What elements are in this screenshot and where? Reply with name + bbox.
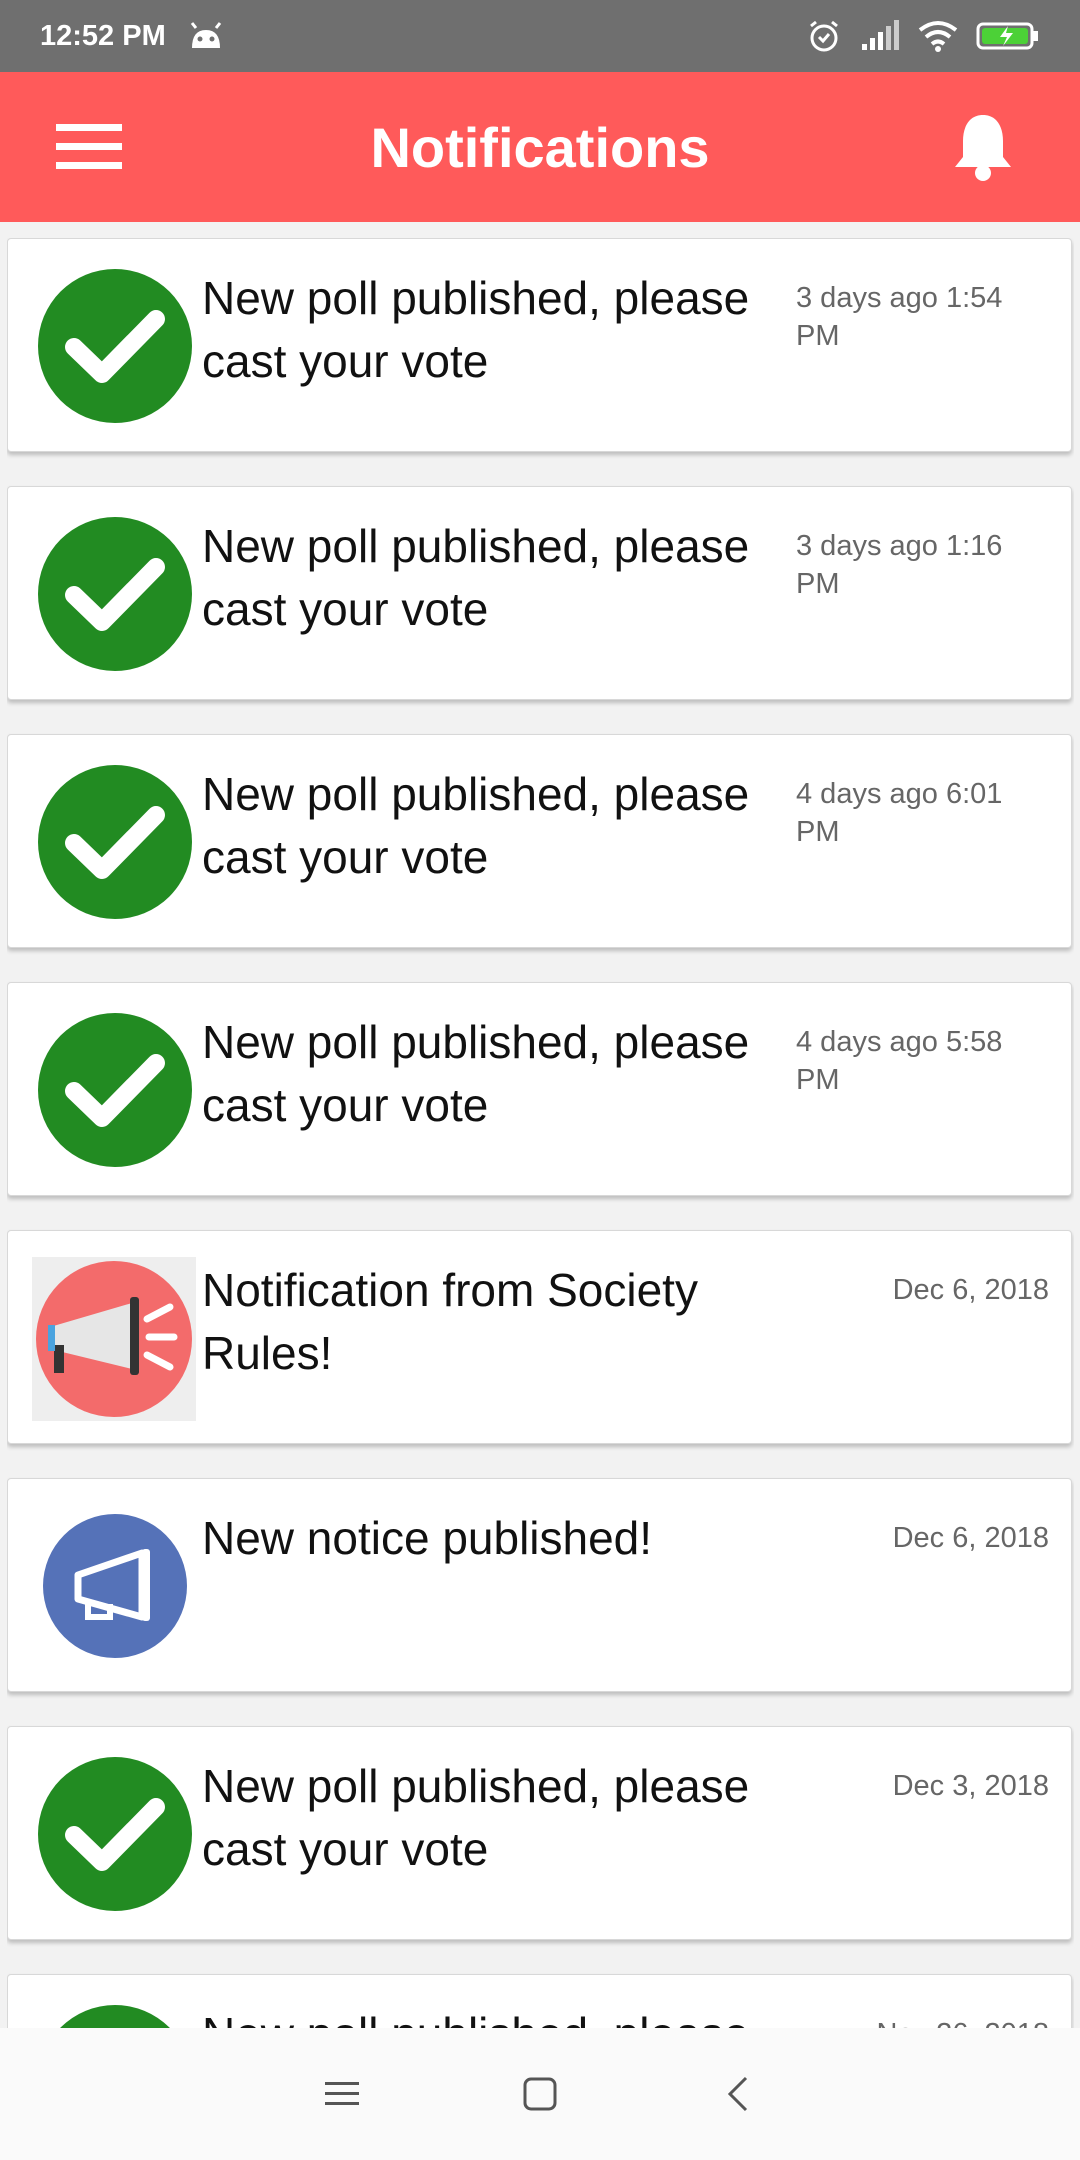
notification-message: New poll published, please cast your vot… <box>202 1016 750 1131</box>
notification-message: New poll published, please cast your vot… <box>202 520 750 635</box>
wifi-icon <box>918 20 958 52</box>
notification-message: New poll published, please cast your vot… <box>202 1760 750 1875</box>
notification-time: Dec 6, 2018 <box>892 1522 1049 1554</box>
notification-time: Dec 3, 2018 <box>892 1770 1049 1802</box>
check-icon <box>38 517 192 671</box>
system-nav-bar <box>0 2028 1080 2160</box>
check-icon <box>38 2005 192 2028</box>
alarm-icon <box>806 18 842 54</box>
notification-time: 3 days ago 1:54 PM <box>796 282 1003 352</box>
notification-card[interactable]: New notice published! Dec 6, 2018 <box>7 1478 1072 1692</box>
bell-icon[interactable] <box>952 111 1014 183</box>
battery-charging-icon <box>976 21 1040 51</box>
megaphone-icon <box>32 1257 196 1421</box>
notification-message: Notification from Society Rules! <box>202 1264 698 1379</box>
notification-card[interactable]: New poll published, please cast your vot… <box>7 982 1072 1196</box>
home-icon[interactable] <box>510 2064 570 2124</box>
app-bar: Notifications <box>0 72 1080 222</box>
notification-message: New poll published, please cast your vot… <box>202 272 750 387</box>
notification-card[interactable]: New poll published, please Nov 26, 2018 <box>7 1974 1072 2028</box>
notification-message: New poll published, please cast your vot… <box>202 768 750 883</box>
notification-card[interactable]: New poll published, please cast your vot… <box>7 238 1072 452</box>
status-time: 12:52 PM <box>40 19 166 52</box>
check-icon <box>38 1013 192 1167</box>
notification-message: New notice published! <box>202 1512 653 1564</box>
notification-card[interactable]: New poll published, please cast your vot… <box>7 1726 1072 1940</box>
android-debug-icon <box>188 22 224 50</box>
check-icon <box>38 269 192 423</box>
signal-icon <box>860 20 900 52</box>
notification-card[interactable]: New poll published, please cast your vot… <box>7 734 1072 948</box>
page-title: Notifications <box>370 115 710 179</box>
notification-time: Dec 6, 2018 <box>892 1274 1049 1306</box>
megaphone-icon <box>38 1509 192 1663</box>
notification-message: New poll published, please <box>202 2003 782 2028</box>
notification-time: 4 days ago 5:58 PM <box>796 1026 1003 1096</box>
back-icon[interactable] <box>708 2064 768 2124</box>
check-icon <box>38 765 192 919</box>
notification-time: Nov 26, 2018 <box>876 2015 1049 2028</box>
check-icon <box>38 1757 192 1911</box>
notification-card[interactable]: Notification from Society Rules! Dec 6, … <box>7 1230 1072 1444</box>
notification-card[interactable]: New poll published, please cast your vot… <box>7 486 1072 700</box>
notification-time: 4 days ago 6:01 PM <box>796 778 1003 848</box>
status-bar: 12:52 PM <box>0 0 1080 72</box>
notification-list: New poll published, please cast your vot… <box>7 238 1074 2028</box>
recents-icon[interactable] <box>312 2064 372 2124</box>
menu-icon[interactable] <box>56 122 122 172</box>
notification-time: 3 days ago 1:16 PM <box>796 530 1003 600</box>
